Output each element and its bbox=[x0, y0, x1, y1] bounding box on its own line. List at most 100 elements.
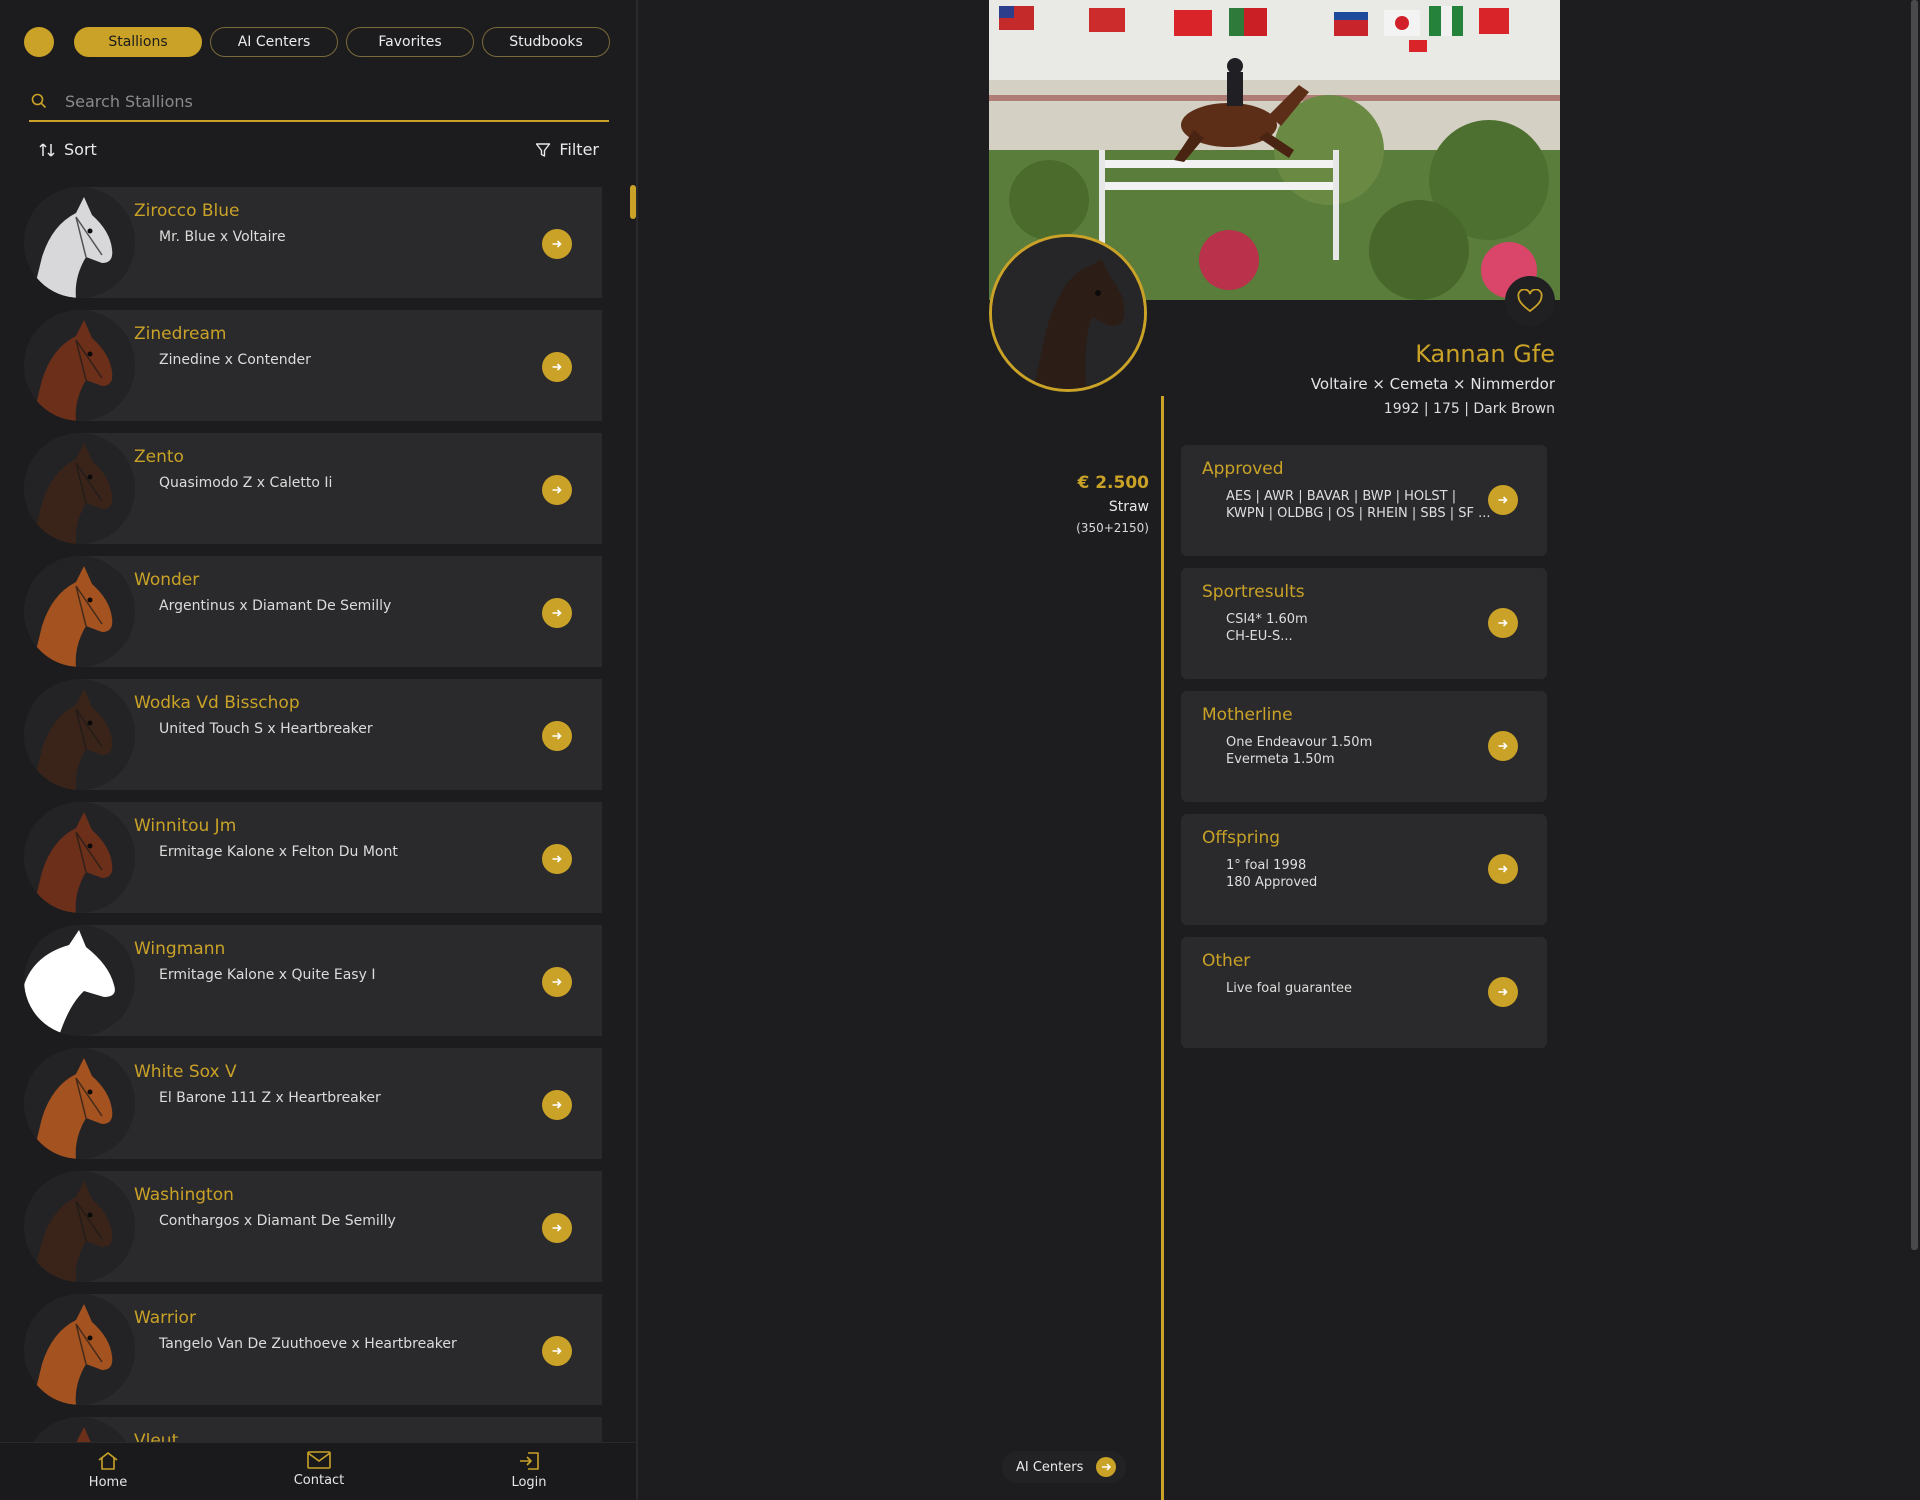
info-card-line: KWPN | OLDBG | OS | RHEIN | SBS | SF ... bbox=[1226, 506, 1491, 521]
stallion-card[interactable]: Winnitou Jm Ermitage Kalone x Felton Du M… bbox=[24, 802, 602, 913]
arrow-right-icon[interactable] bbox=[542, 598, 572, 628]
stallion-card-pedigree: Quasimodo Z x Caletto Ii bbox=[159, 475, 333, 491]
stallion-card-name: Wingmann bbox=[134, 939, 226, 959]
stallion-meta: 1992 | 175 | Dark Brown bbox=[1383, 401, 1555, 417]
info-card-sportresults[interactable]: Sportresults CSI4* 1.60m CH-EU-S... bbox=[1181, 568, 1547, 679]
stallion-card[interactable]: Wonder Argentinus x Diamant De Semilly bbox=[24, 556, 602, 667]
stallion-name: Kannan Gfe bbox=[1415, 340, 1555, 368]
horse-avatar bbox=[24, 1171, 135, 1282]
filter-icon bbox=[536, 142, 551, 157]
nav-home[interactable]: Home bbox=[63, 1451, 153, 1490]
arrow-right-icon[interactable] bbox=[1488, 485, 1518, 515]
filter-button[interactable]: Filter bbox=[535, 140, 599, 159]
info-card-line: One Endeavour 1.50m bbox=[1226, 735, 1373, 750]
info-card-title: Sportresults bbox=[1202, 582, 1305, 602]
arrow-right-icon[interactable] bbox=[542, 967, 572, 997]
arrow-right-icon[interactable] bbox=[542, 475, 572, 505]
arrow-right-icon[interactable] bbox=[1488, 731, 1518, 761]
arrow-right-icon[interactable] bbox=[1488, 977, 1518, 1007]
nav-contact[interactable]: Contact bbox=[274, 1451, 364, 1488]
info-card-other[interactable]: Other Live foal guarantee bbox=[1181, 937, 1547, 1048]
stallion-card-pedigree: Conthargos x Diamant De Semilly bbox=[159, 1213, 396, 1229]
stallion-card[interactable]: Zento Quasimodo Z x Caletto Ii bbox=[24, 433, 602, 544]
info-card-title: Offspring bbox=[1202, 828, 1281, 848]
tab-studbooks[interactable]: Studbooks bbox=[482, 27, 610, 57]
ai-centers-button[interactable]: AI Centers bbox=[1002, 1451, 1126, 1483]
search-input[interactable] bbox=[65, 91, 585, 111]
heart-icon bbox=[1517, 289, 1543, 313]
price-unit: Straw bbox=[1108, 499, 1149, 515]
stallion-profile-photo bbox=[989, 234, 1147, 392]
home-icon bbox=[98, 1452, 118, 1470]
top-navigation: Stallions AI Centers Favorites Studbooks bbox=[24, 26, 618, 58]
stallion-card[interactable]: Zirocco Blue Mr. Blue x Voltaire bbox=[24, 187, 602, 298]
info-card-title: Motherline bbox=[1202, 705, 1293, 725]
favorite-button[interactable] bbox=[1505, 276, 1555, 326]
info-card-line: CH-EU-S... bbox=[1226, 629, 1293, 644]
info-card-title: Approved bbox=[1202, 459, 1284, 479]
horse-avatar bbox=[24, 1048, 135, 1159]
stallion-card-name: Wonder bbox=[134, 570, 200, 590]
info-card-motherline[interactable]: Motherline One Endeavour 1.50m Evermeta 1.… bbox=[1181, 691, 1547, 802]
horse-avatar bbox=[24, 802, 135, 913]
stallion-card-name: Zinedream bbox=[134, 324, 227, 344]
info-card-approved[interactable]: Approved AES | AWR | BAVAR | BWP | HOLST … bbox=[1181, 445, 1547, 556]
stallion-card-name: Wodka Vd Bisschop bbox=[134, 693, 300, 713]
page-scrollbar[interactable] bbox=[1911, 0, 1918, 1250]
info-card-line: CSI4* 1.60m bbox=[1226, 612, 1308, 627]
bottom-navigation: Home Contact Login bbox=[0, 1442, 636, 1500]
arrow-right-icon[interactable] bbox=[542, 1336, 572, 1366]
stallion-card-name: Zirocco Blue bbox=[134, 201, 240, 221]
arrow-right-icon bbox=[1096, 1457, 1116, 1477]
arrow-right-icon[interactable] bbox=[542, 229, 572, 259]
arrow-right-icon[interactable] bbox=[542, 721, 572, 751]
horse-avatar bbox=[24, 925, 135, 1036]
list-scrollbar[interactable] bbox=[630, 185, 636, 219]
stallion-card-name: Zento bbox=[134, 447, 184, 467]
tab-favorites[interactable]: Favorites bbox=[346, 27, 474, 57]
stallion-card[interactable]: Warrior Tangelo Van De Zuuthoeve x Heartb… bbox=[24, 1294, 602, 1405]
horse-avatar bbox=[24, 679, 135, 790]
tab-ai-centers[interactable]: AI Centers bbox=[210, 27, 338, 57]
info-card-offspring[interactable]: Offspring 1° foal 1998 180 Approved bbox=[1181, 814, 1547, 925]
arrow-right-icon[interactable] bbox=[1488, 608, 1518, 638]
search-icon bbox=[31, 93, 47, 109]
search-bar bbox=[29, 82, 609, 122]
mail-icon bbox=[307, 1451, 331, 1469]
nav-login[interactable]: Login bbox=[484, 1451, 574, 1490]
arrow-right-icon[interactable] bbox=[542, 1213, 572, 1243]
stallion-card-pedigree: Zinedine x Contender bbox=[159, 352, 311, 368]
stallion-card[interactable]: Zinedream Zinedine x Contender bbox=[24, 310, 602, 421]
stallion-list: Zirocco Blue Mr. Blue x Voltaire Zinedream… bbox=[24, 187, 602, 1443]
sort-label: Sort bbox=[64, 140, 97, 159]
stallion-card-pedigree: Ermitage Kalone x Quite Easy I bbox=[159, 967, 376, 983]
info-card-line: AES | AWR | BAVAR | BWP | HOLST | bbox=[1226, 489, 1457, 504]
info-card-line: Live foal guarantee bbox=[1226, 981, 1353, 996]
tab-stallions[interactable]: Stallions bbox=[74, 27, 202, 57]
arrow-right-icon[interactable] bbox=[1488, 854, 1518, 884]
stallion-card-name: Warrior bbox=[134, 1308, 196, 1328]
stallion-card[interactable]: Wingmann Ermitage Kalone x Quite Easy I bbox=[24, 925, 602, 1036]
nav-home-label: Home bbox=[88, 1475, 128, 1490]
stallion-card[interactable]: Washington Conthargos x Diamant De Semill… bbox=[24, 1171, 602, 1282]
logo-icon[interactable] bbox=[24, 27, 54, 57]
stallion-pedigree: Voltaire × Cemeta × Nimmerdor bbox=[1310, 375, 1555, 393]
arrow-right-icon[interactable] bbox=[542, 352, 572, 382]
stallion-card[interactable]: White Sox V El Barone 111 Z x Heartbreake… bbox=[24, 1048, 602, 1159]
horse-avatar bbox=[24, 310, 135, 421]
stallion-card-name: Winnitou Jm bbox=[134, 816, 237, 836]
nav-contact-label: Contact bbox=[293, 1473, 345, 1488]
stallion-card[interactable]: Vleut bbox=[24, 1417, 602, 1443]
stallion-list-panel: Stallions AI Centers Favorites Studbooks… bbox=[0, 0, 638, 1500]
horse-avatar bbox=[24, 556, 135, 667]
sort-button[interactable]: Sort bbox=[38, 140, 97, 159]
price-breakdown: (350+2150) bbox=[1076, 521, 1149, 535]
login-icon bbox=[520, 1452, 539, 1470]
arrow-right-icon[interactable] bbox=[542, 844, 572, 874]
arrow-right-icon[interactable] bbox=[542, 1090, 572, 1120]
stallion-card[interactable]: Wodka Vd Bisschop United Touch S x Heartb… bbox=[24, 679, 602, 790]
stallion-card-pedigree: Mr. Blue x Voltaire bbox=[159, 229, 286, 245]
filter-label: Filter bbox=[559, 140, 599, 159]
horse-avatar bbox=[24, 187, 135, 298]
stallion-card-pedigree: El Barone 111 Z x Heartbreaker bbox=[159, 1090, 381, 1106]
